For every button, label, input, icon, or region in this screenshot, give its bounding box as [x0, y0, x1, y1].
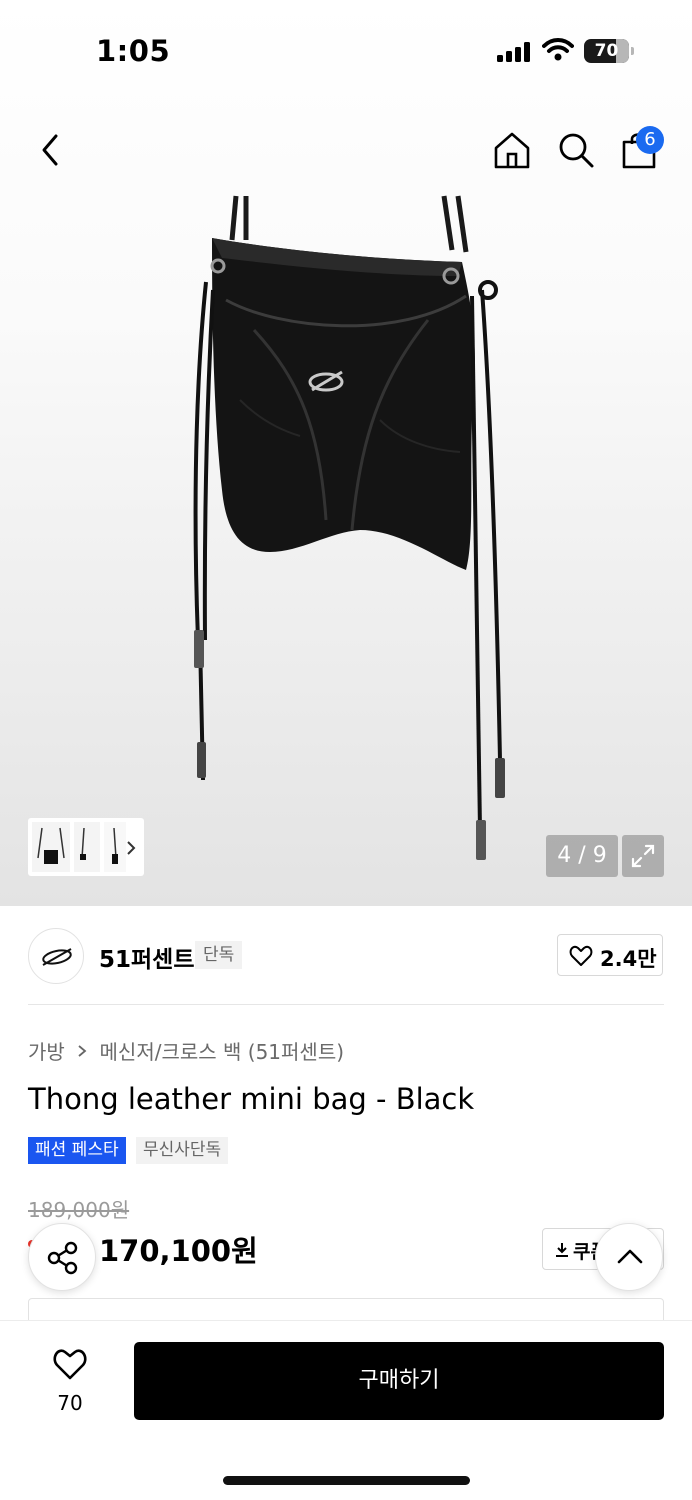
chevron-right-icon — [127, 841, 136, 855]
scroll-top-button[interactable] — [595, 1223, 663, 1291]
bottom-action-bar: 70 구매하기 — [0, 1320, 692, 1500]
heart-icon — [569, 945, 593, 966]
brand-name[interactable]: 51퍼센트 — [99, 940, 195, 974]
battery-percent: 70 — [594, 41, 619, 61]
chevron-left-icon[interactable] — [36, 132, 64, 168]
home-indicator — [223, 1476, 470, 1485]
sale-price: 170,100원 — [99, 1234, 258, 1268]
status-time: 1:05 — [96, 34, 171, 68]
top-navigation — [0, 118, 692, 182]
wishlist-button[interactable]: 70 — [40, 1345, 100, 1415]
promo-tag: 패션 페스타 — [28, 1137, 126, 1164]
cart-count-badge: 6 — [636, 126, 664, 154]
share-button[interactable] — [28, 1223, 96, 1291]
wifi-icon — [542, 38, 574, 61]
expand-icon[interactable] — [622, 835, 664, 877]
breadcrumb-subcategory[interactable]: 메신저/크로스 백 (51퍼센트) — [100, 1040, 345, 1064]
exclusive-tag: 단독 — [195, 941, 243, 969]
thumbnail-strip[interactable] — [28, 818, 144, 876]
heart-icon — [53, 1349, 87, 1380]
brand-like-button[interactable]: 2.4만 — [557, 934, 663, 976]
signal-icon — [497, 42, 530, 62]
chevron-right-icon — [78, 1044, 87, 1057]
wishlist-count: 70 — [57, 1391, 83, 1415]
share-icon — [47, 1241, 78, 1275]
exclusive-badge: 무신사단독 — [136, 1137, 229, 1164]
status-bar: 1:05 70 — [0, 0, 692, 100]
brand-like-count: 2.4만 — [600, 947, 657, 971]
battery-nub — [631, 47, 634, 55]
product-title: Thong leather mini bag - Black — [28, 1082, 475, 1116]
brand-row: 51퍼센트 단독 2.4만 — [0, 906, 692, 1006]
home-icon[interactable] — [492, 130, 532, 170]
battery-indicator: 70 — [584, 39, 634, 63]
search-icon[interactable] — [556, 130, 596, 170]
image-counter: 4 / 9 — [546, 835, 618, 877]
chevron-up-icon — [617, 1249, 643, 1264]
original-price: 189,000원 — [28, 1198, 130, 1222]
breadcrumb: 가방 메신저/크로스 백 (51퍼센트) — [28, 1036, 344, 1065]
buy-button[interactable]: 구매하기 — [134, 1342, 664, 1420]
breadcrumb-category[interactable]: 가방 — [28, 1040, 65, 1064]
brand-logo[interactable] — [28, 928, 84, 984]
divider — [28, 1004, 664, 1005]
download-icon — [556, 1243, 568, 1257]
